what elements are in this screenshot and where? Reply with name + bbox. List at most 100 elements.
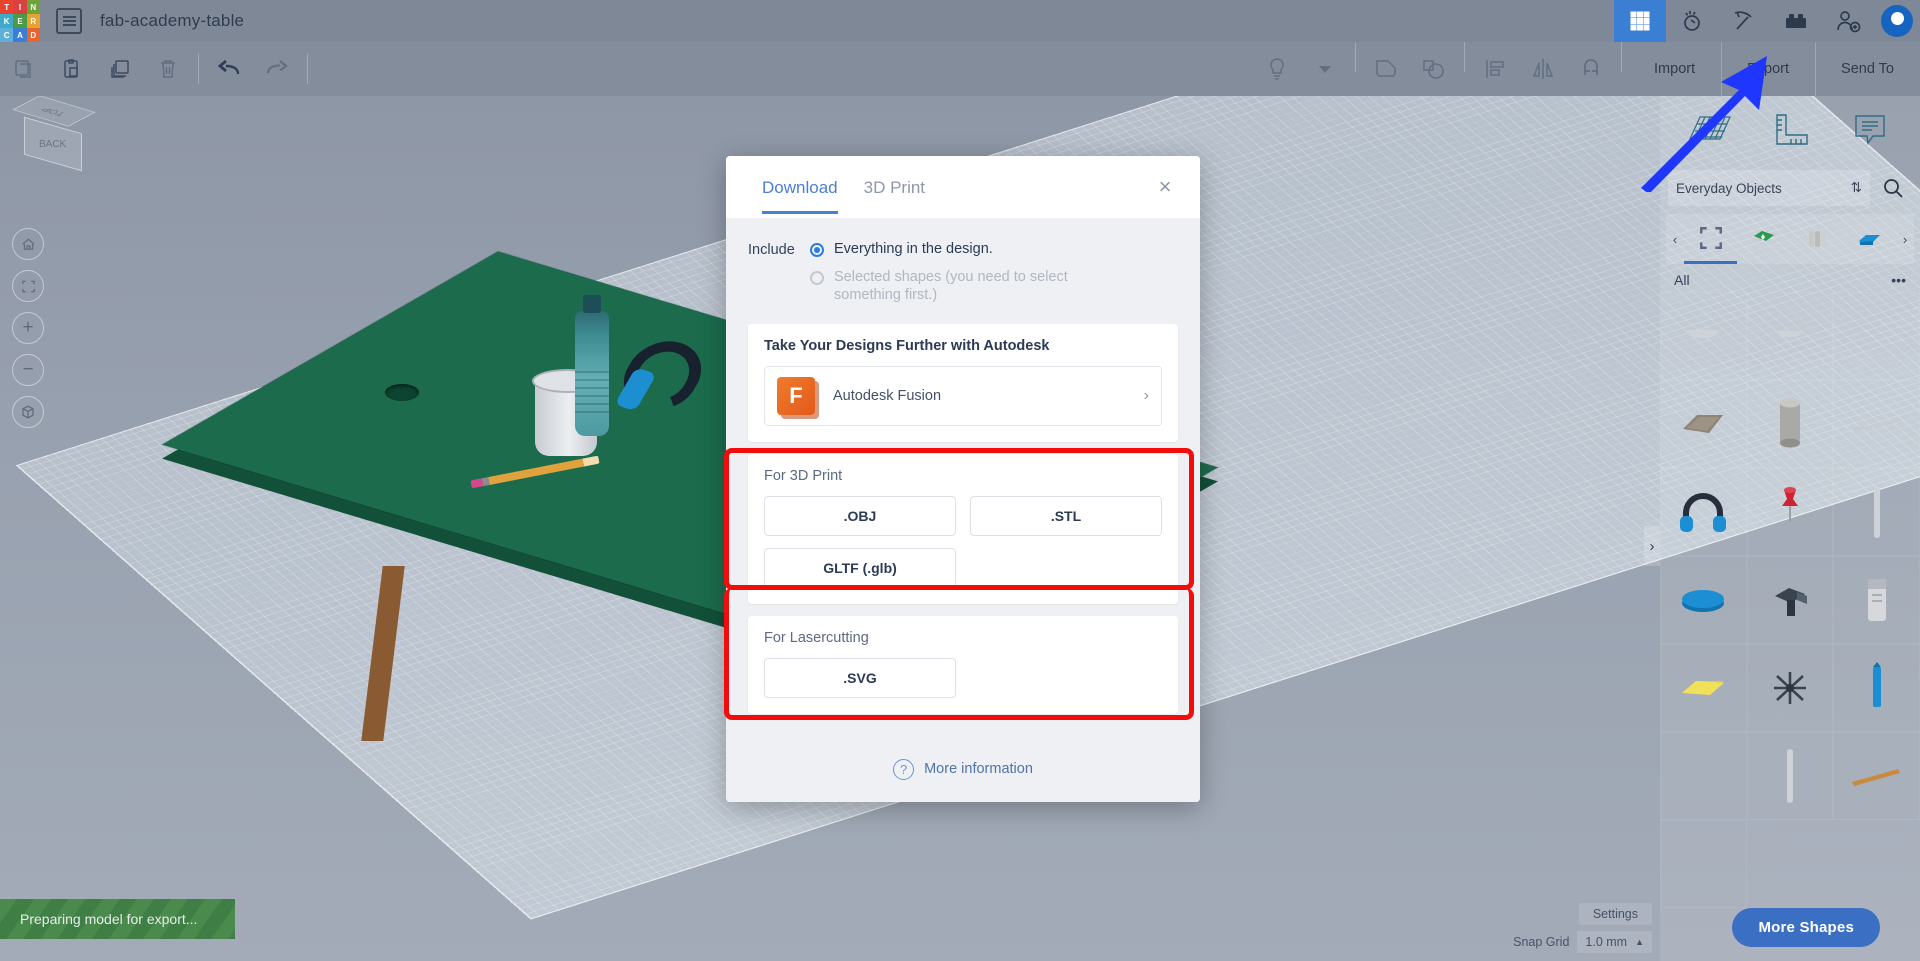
logo-cell: C [0,28,14,42]
library-select[interactable]: Everyday Objects ⇅ [1668,170,1870,206]
shape-item[interactable] [1660,468,1747,556]
align-icon[interactable] [1471,42,1519,96]
lego-blocks-icon[interactable] [1770,0,1822,42]
add-person-icon[interactable] [1822,0,1874,42]
zoom-in-button[interactable]: + [12,312,44,344]
radio-selected-shapes[interactable]: Selected shapes (you need to select some… [810,268,1178,304]
export-button[interactable]: Export [1721,42,1815,96]
dome-shape-icon [1687,330,1720,338]
help-circle-icon: ? [893,758,915,780]
basic-shapes-category[interactable] [1684,214,1737,264]
mirror-icon[interactable] [1519,42,1567,96]
list-icon[interactable] [56,8,82,34]
undo-icon[interactable] [205,42,253,96]
tab-3d-print[interactable]: 3D Print [864,156,925,214]
tab-download[interactable]: Download [762,156,838,214]
minecraft-pickaxe-icon[interactable] [1718,0,1770,42]
shape-item[interactable] [1833,468,1920,556]
home-view-button[interactable] [12,228,44,260]
copy-icon[interactable] [0,42,48,96]
caret-up-icon: ▲ [1635,937,1644,947]
grid-apps-icon[interactable] [1614,0,1666,42]
shape-item[interactable] [1747,556,1834,644]
logo-cell: A [13,28,27,42]
rod-shape-icon [1786,749,1793,803]
shape-item[interactable] [1833,380,1920,468]
export-svg-button[interactable]: .SVG [764,658,956,699]
shape-item[interactable] [1747,380,1834,468]
shape-item[interactable] [1747,732,1834,820]
group-icon[interactable] [1362,42,1410,96]
autodesk-fusion-item[interactable]: F Autodesk Fusion › [764,366,1162,427]
shape-item[interactable] [1747,468,1834,556]
library-select-value: Everyday Objects [1676,180,1782,196]
marker-shape-icon [1872,662,1881,707]
logo-cell: I [13,0,27,14]
logo-cell: N [26,0,40,14]
shape-item[interactable] [1660,556,1747,644]
bottle-object[interactable] [575,295,609,436]
redo-icon[interactable] [253,42,301,96]
snap-magnet-icon[interactable] [1567,42,1615,96]
shape-item[interactable] [1833,292,1920,380]
stick-shape-icon [1851,419,1902,431]
category-carousel[interactable]: ‹ › [1666,214,1914,264]
snap-grid-select[interactable]: 1.0 mm ▲ [1577,931,1652,953]
export-obj-button[interactable]: .OBJ [764,496,956,537]
overflow-menu-icon[interactable]: ••• [1891,272,1906,288]
ungroup-icon[interactable] [1410,42,1458,96]
settings-button[interactable]: Settings [1578,903,1652,925]
notes-icon[interactable] [1844,107,1896,155]
close-icon[interactable]: × [1152,174,1178,200]
more-information-link[interactable]: More information [924,761,1033,777]
electronics-category[interactable] [1843,214,1896,264]
workplane-icon[interactable] [1684,107,1736,155]
tinker-lamp-icon[interactable] [1666,0,1718,42]
tinkercad-logo[interactable]: T I N K E R C A D [0,0,40,42]
more-shapes-button[interactable]: More Shapes [1732,908,1880,947]
shape-item[interactable] [1660,292,1747,380]
shape-item[interactable] [1660,820,1747,908]
fit-view-button[interactable] [12,270,44,302]
shape-item[interactable] [1833,644,1920,732]
ruler-icon[interactable] [1764,107,1816,155]
filter-label[interactable]: All [1674,272,1690,288]
import-button[interactable]: Import [1628,42,1721,96]
dropdown-caret-icon[interactable] [1301,42,1349,96]
shape-item[interactable] [1747,292,1834,380]
autodesk-card: Take Your Designs Further with Autodesk … [748,324,1178,443]
shape-item[interactable] [1747,644,1834,732]
search-icon[interactable] [1870,166,1916,210]
paste-icon[interactable] [48,42,96,96]
shape-item[interactable] [1660,644,1747,732]
shape-item[interactable] [1660,380,1747,468]
send-to-button[interactable]: Send To [1815,42,1920,96]
radio-everything[interactable]: Everything in the design. [810,240,1178,258]
view-cube-front-face[interactable]: BACK [24,116,82,172]
text-and-numbers-category[interactable] [1737,214,1790,264]
avatar-circle [1881,5,1913,37]
avatar[interactable] [1874,0,1920,42]
view-cube[interactable]: TOP BACK [12,95,98,173]
dialog-body: Include Everything in the design. Select… [726,218,1200,736]
shapes-grid [1660,292,1920,908]
carousel-prev-icon[interactable]: ‹ [1666,232,1684,247]
pencil-shape-icon [1851,769,1900,786]
shape-item[interactable] [1833,732,1920,820]
shape-item[interactable] [1660,732,1747,820]
light-bulb-icon[interactable] [1253,42,1301,96]
carousel-next-icon[interactable]: › [1896,232,1914,247]
connectors-category[interactable] [1790,214,1843,264]
export-stl-button[interactable]: .STL [970,496,1162,537]
panel-collapse-button[interactable]: › [1644,526,1660,566]
shape-item[interactable] [1833,556,1920,644]
duplicate-icon[interactable] [96,42,144,96]
projection-toggle-button[interactable] [12,396,44,428]
filter-row: All ••• [1660,264,1920,292]
export-gltf-button[interactable]: GLTF (.glb) [764,548,956,589]
autodesk-fusion-label: Autodesk Fusion [833,388,942,405]
zoom-out-button[interactable]: − [12,354,44,386]
page-title[interactable]: fab-academy-table [100,11,244,31]
logo-cell: R [26,14,40,28]
delete-icon[interactable] [144,42,192,96]
